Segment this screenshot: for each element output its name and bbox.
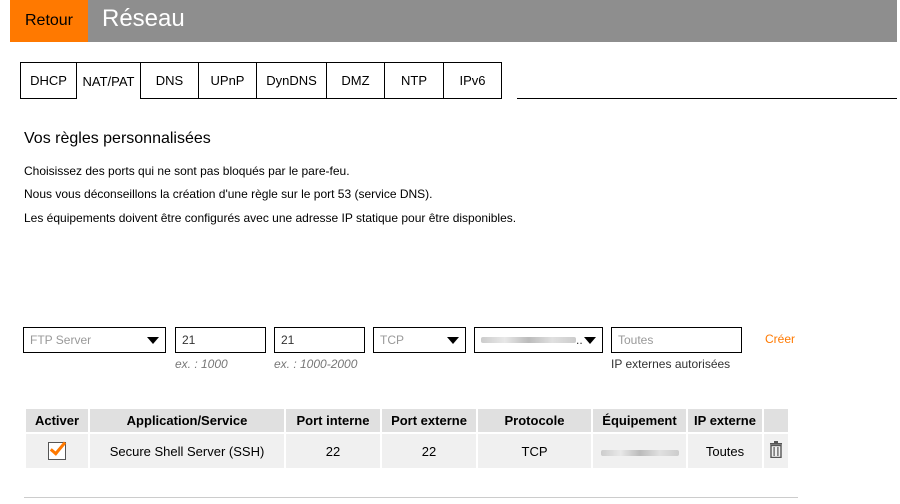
external-ip-input[interactable]: Toutes (611, 327, 742, 353)
header-ip-externe: IP externe (688, 409, 762, 432)
create-button[interactable]: Créer (765, 332, 795, 346)
header-application: Application/Service (90, 409, 284, 432)
section-title: Vos règles personnalisées (24, 130, 211, 147)
port-externe-cell: 22 (382, 434, 476, 468)
chevron-down-icon (584, 337, 596, 344)
checkmark-icon (49, 438, 67, 456)
equipement-blurred-value (600, 449, 679, 456)
delete-cell (764, 434, 788, 468)
chevron-down-icon (447, 337, 459, 344)
external-ip-hint: IP externes autorisées (611, 357, 731, 371)
port-internal-input[interactable]: 21 (175, 327, 266, 353)
header-protocole: Protocole (478, 409, 591, 432)
chevron-down-icon (147, 337, 159, 344)
header-actions (764, 409, 788, 432)
header-activer: Activer (26, 409, 88, 432)
trash-icon[interactable] (769, 441, 783, 461)
application-cell: Secure Shell Server (SSH) (90, 434, 284, 468)
device-select[interactable]: .. (474, 327, 603, 353)
table-row: Secure Shell Server (SSH) 22 22 TCP Tout… (26, 434, 788, 468)
back-button[interactable]: Retour (10, 0, 88, 42)
port-interne-cell: 22 (286, 434, 380, 468)
device-select-blurred-value (481, 337, 576, 343)
protocol-select[interactable]: TCP (373, 327, 466, 353)
tab-dyndns[interactable]: DynDNS (257, 62, 327, 99)
equipement-cell (593, 434, 686, 468)
info-line-3: Les équipements doivent être configurés … (24, 211, 517, 225)
info-line-1: Choisissez des ports qui ne sont pas blo… (24, 164, 350, 178)
port-external-value: 21 (281, 333, 295, 347)
divider (24, 497, 798, 498)
tab-dns[interactable]: DNS (141, 62, 199, 99)
top-bar: Retour Réseau (10, 0, 897, 42)
protocole-cell: TCP (478, 434, 591, 468)
port-external-input[interactable]: 21 (274, 327, 365, 353)
page-title: Réseau (102, 5, 185, 32)
tab-nat-pat[interactable]: NAT/PAT (77, 62, 141, 99)
port-internal-hint: ex. : 1000 (175, 357, 228, 371)
device-select-suffix: .. (576, 333, 583, 347)
tab-ntp[interactable]: NTP (385, 62, 444, 99)
header-port-interne: Port interne (286, 409, 380, 432)
enable-checkbox[interactable] (48, 438, 67, 460)
rules-table: Activer Application/Service Port interne… (24, 407, 790, 470)
port-internal-value: 21 (182, 333, 196, 347)
external-ip-placeholder: Toutes (618, 333, 654, 347)
tab-dhcp[interactable]: DHCP (20, 62, 77, 99)
header-port-externe: Port externe (382, 409, 476, 432)
tab-upnp[interactable]: UPnP (199, 62, 257, 99)
protocol-select-value: TCP (380, 333, 404, 347)
table-header-row: Activer Application/Service Port interne… (26, 409, 788, 432)
activer-cell (26, 434, 88, 468)
ip-externe-cell: Toutes (688, 434, 762, 468)
tab-bar: DHCP NAT/PAT DNS UPnP DynDNS DMZ NTP IPv… (20, 62, 502, 99)
port-external-hint: ex. : 1000-2000 (274, 357, 358, 371)
tab-dmz[interactable]: DMZ (327, 62, 385, 99)
info-line-2: Nous vous déconseillons la création d'un… (24, 187, 433, 201)
tabs-divider (517, 98, 897, 99)
application-select-value: FTP Server (30, 333, 92, 347)
header-equipement: Équipement (593, 409, 686, 432)
tab-ipv6[interactable]: IPv6 (444, 62, 502, 99)
application-select[interactable]: FTP Server (23, 327, 166, 353)
